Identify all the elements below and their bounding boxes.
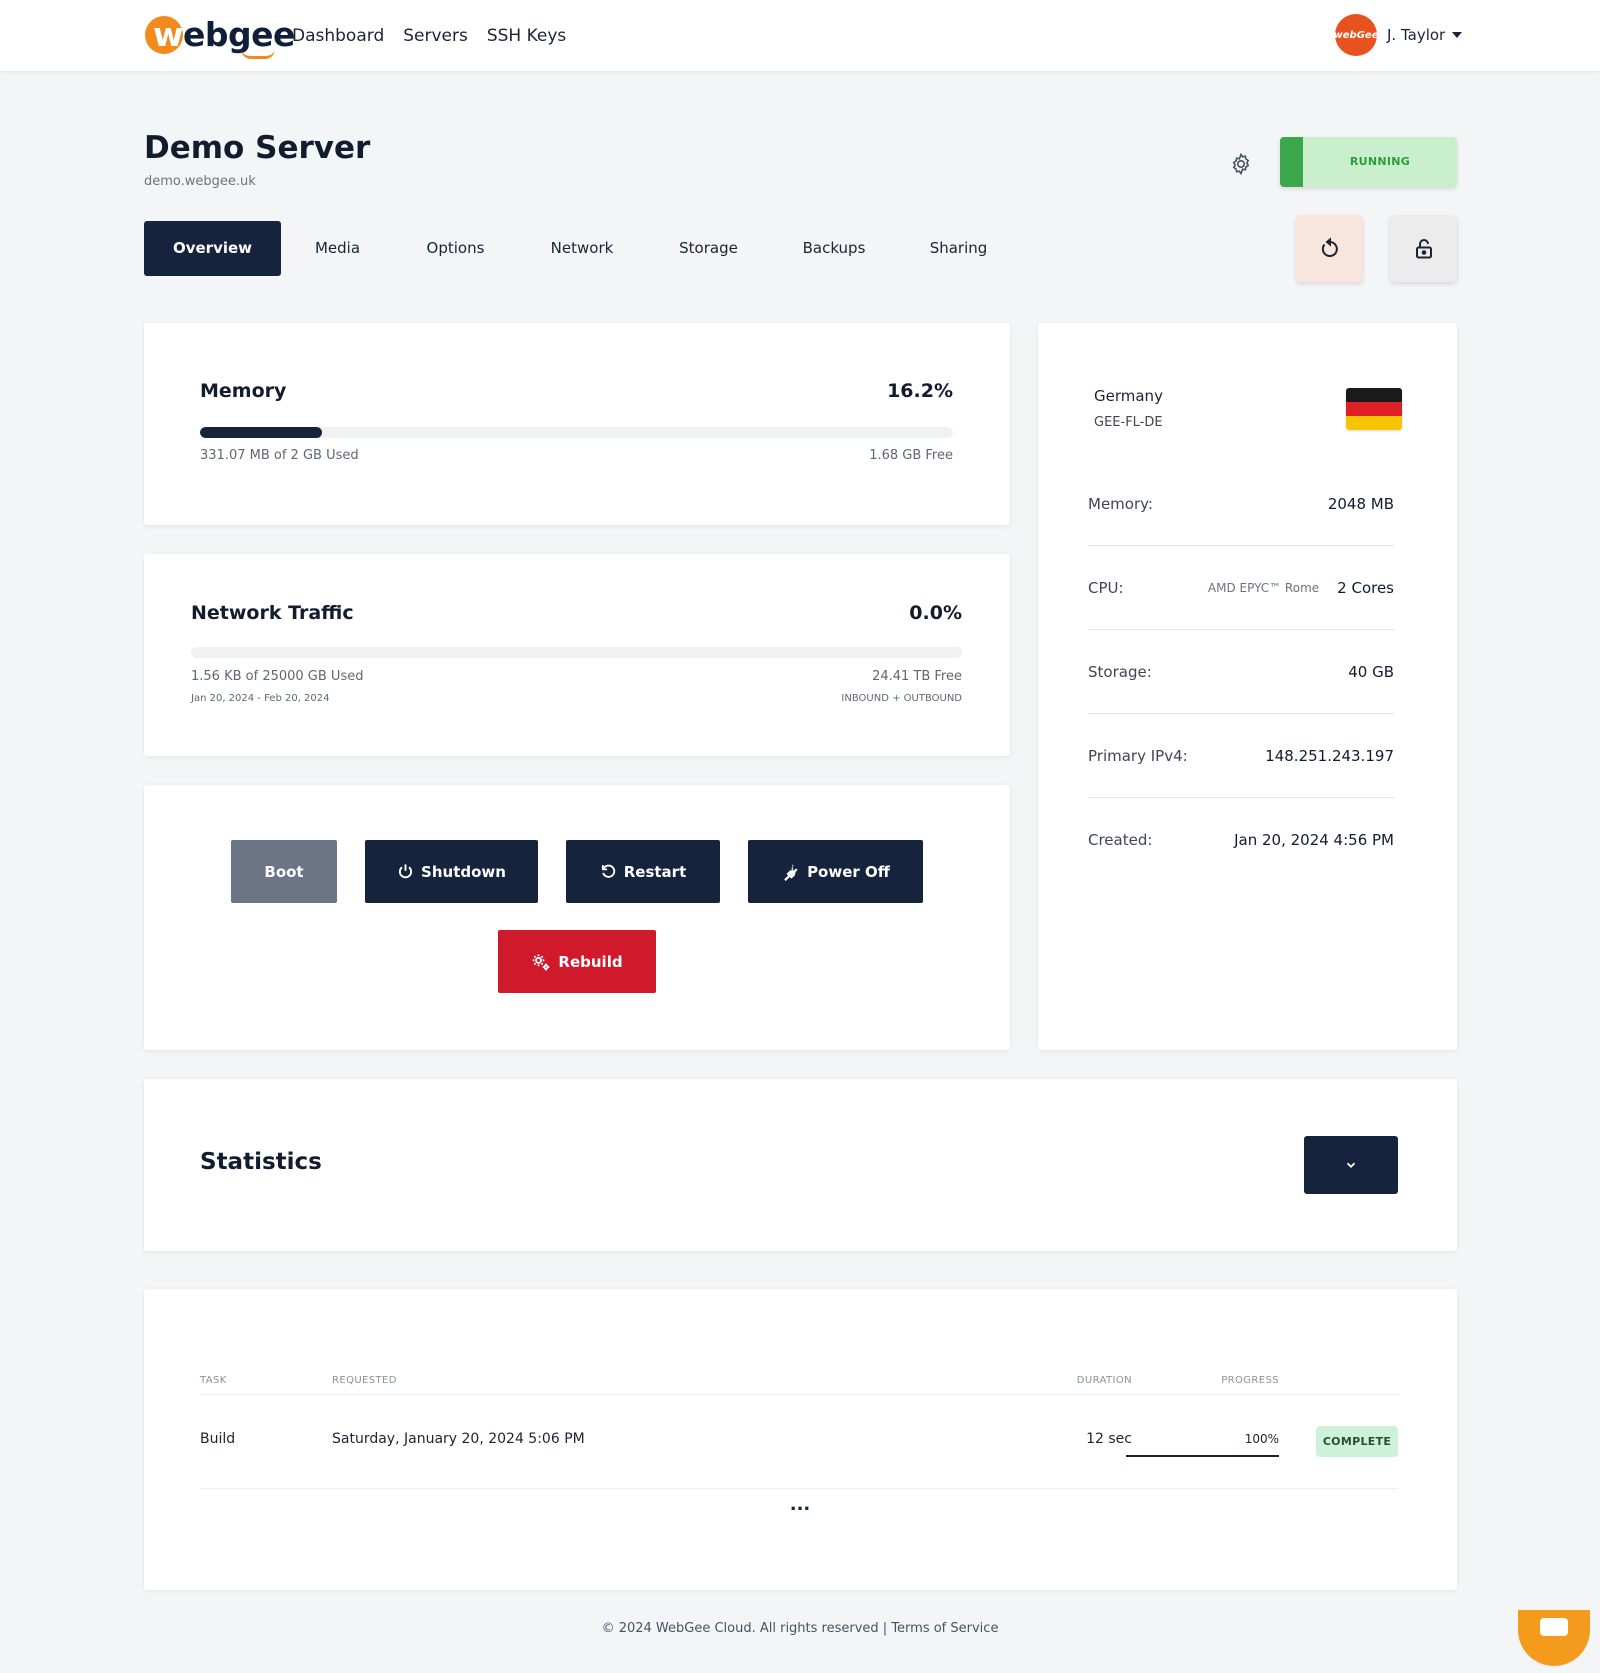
server-hostname: demo.webgee.uk	[144, 174, 256, 189]
tab-overview[interactable]: Overview	[144, 221, 281, 276]
chat-widget-button[interactable]	[1518, 1610, 1590, 1666]
page-title: Demo Server	[144, 130, 371, 166]
status-indicator	[1280, 137, 1303, 187]
info-row-storage: Storage: 40 GB	[1088, 663, 1394, 681]
statistics-card: Statistics	[144, 1079, 1457, 1251]
location-code: GEE-FL-DE	[1094, 415, 1163, 430]
footer-text: © 2024 WebGee Cloud. All rights reserved…	[601, 1621, 999, 1636]
info-row-ipv4: Primary IPv4: 148.251.243.197	[1088, 747, 1394, 765]
tab-sharing[interactable]: Sharing	[898, 221, 1019, 276]
power-off-label: Power Off	[807, 862, 890, 881]
info-row-memory: Memory: 2048 MB	[1088, 495, 1394, 513]
chat-icon	[1540, 1618, 1568, 1636]
tab-backups[interactable]: Backups	[770, 221, 898, 276]
memory-title: Memory	[200, 380, 287, 402]
refresh-icon	[1321, 236, 1338, 257]
network-free: 24.41 TB Free	[872, 669, 962, 684]
info-divider	[1088, 797, 1394, 798]
memory-card: Memory 16.2% 331.07 MB of 2 GB Used 1.68…	[144, 323, 1010, 525]
more-tasks-button[interactable]: ...	[144, 1494, 1456, 1515]
task-duration: 12 sec	[1086, 1431, 1132, 1447]
statistics-title: Statistics	[200, 1149, 322, 1175]
logo-smile	[241, 49, 275, 59]
network-period: Jan 20, 2024 - Feb 20, 2024	[191, 693, 330, 704]
memory-free: 1.68 GB Free	[869, 448, 953, 463]
memory-percent: 16.2%	[887, 380, 953, 402]
info-row-created: Created: Jan 20, 2024 4:56 PM	[1088, 831, 1394, 849]
boot-button[interactable]: Boot	[231, 840, 337, 903]
tab-storage[interactable]: Storage	[647, 221, 770, 276]
shutdown-button[interactable]: Shutdown	[365, 840, 538, 903]
rebuild-label: Rebuild	[558, 952, 623, 971]
statistics-toggle-button[interactable]	[1304, 1136, 1398, 1194]
nav-ssh-keys[interactable]: SSH Keys	[487, 26, 566, 46]
caret-down-icon	[1452, 32, 1463, 38]
status-badge: RUNNING	[1280, 137, 1457, 187]
memory-used: 331.07 MB of 2 GB Used	[200, 448, 359, 463]
network-percent: 0.0%	[909, 602, 962, 624]
cpu-model: AMD EPYC™ Rome	[1207, 581, 1320, 595]
gear-icon[interactable]	[1229, 152, 1253, 176]
task-progress-bar	[1126, 1455, 1279, 1457]
shutdown-label: Shutdown	[421, 862, 506, 881]
info-divider	[1088, 629, 1394, 630]
network-title: Network Traffic	[191, 602, 354, 624]
rebuild-button[interactable]: Rebuild	[498, 930, 656, 993]
memory-progress-track	[200, 427, 953, 438]
restart-button[interactable]: Restart	[566, 840, 720, 903]
plug-icon	[784, 864, 798, 881]
col-progress: PROGRESS	[1221, 1375, 1279, 1386]
lock-icon	[1415, 238, 1432, 258]
cogs-icon	[533, 954, 550, 970]
tab-options[interactable]: Options	[394, 221, 517, 276]
tasks-card: TASK REQUESTED DURATION PROGRESS Build S…	[144, 1289, 1457, 1590]
info-row-cpu: CPU: AMD EPYC™ Rome 2 Cores	[1088, 579, 1394, 597]
col-task: TASK	[200, 1375, 227, 1386]
restart-icon	[601, 864, 615, 878]
task-progress-label: 100%	[1244, 1432, 1279, 1446]
restart-label: Restart	[623, 862, 687, 881]
top-navbar: webgee Dashboard Servers SSH Keys webGee…	[0, 0, 1600, 71]
boot-label: Boot	[264, 862, 304, 881]
server-tabs: Overview Media Options Network Storage B…	[144, 221, 1019, 276]
task-name: Build	[200, 1431, 236, 1447]
task-requested: Saturday, January 20, 2024 5:06 PM	[332, 1431, 585, 1447]
nav-dashboard[interactable]: Dashboard	[292, 26, 384, 46]
avatar: webGee	[1334, 14, 1378, 56]
memory-progress-fill	[200, 427, 322, 438]
col-requested: REQUESTED	[332, 1375, 397, 1386]
reset-button[interactable]	[1296, 215, 1363, 282]
table-header-divider	[200, 1394, 1398, 1395]
table-row-divider	[200, 1488, 1398, 1489]
info-divider	[1088, 545, 1394, 546]
nav-servers[interactable]: Servers	[403, 26, 468, 46]
tab-network[interactable]: Network	[517, 221, 647, 276]
task-status-badge: COMPLETE	[1316, 1426, 1398, 1457]
germany-flag-icon	[1346, 388, 1402, 430]
user-name: J. Taylor	[1387, 26, 1446, 44]
network-used: 1.56 KB of 25000 GB Used	[191, 669, 364, 684]
main-nav: Dashboard Servers SSH Keys	[292, 0, 566, 71]
power-icon	[398, 864, 413, 879]
status-text: RUNNING	[1349, 155, 1411, 168]
user-menu[interactable]: webGee J. Taylor	[1334, 14, 1463, 56]
network-direction: INBOUND + OUTBOUND	[841, 693, 962, 704]
lock-button[interactable]	[1390, 215, 1457, 282]
power-off-button[interactable]: Power Off	[748, 840, 923, 903]
network-traffic-card: Network Traffic 0.0% 1.56 KB of 25000 GB…	[144, 554, 1010, 756]
server-info-card: Germany GEE-FL-DE Memory: 2048 MB CPU: A…	[1038, 323, 1457, 1050]
power-actions-card: Boot Shutdown Restart Power Off Rebuild	[144, 785, 1010, 1050]
brand-logo[interactable]: webgee	[145, 14, 295, 59]
info-divider	[1088, 713, 1394, 714]
location-name: Germany	[1094, 387, 1163, 405]
chevron-down-icon	[1346, 1162, 1356, 1168]
network-progress-track	[191, 647, 962, 658]
col-duration: DURATION	[1076, 1375, 1132, 1386]
tab-media[interactable]: Media	[281, 221, 394, 276]
